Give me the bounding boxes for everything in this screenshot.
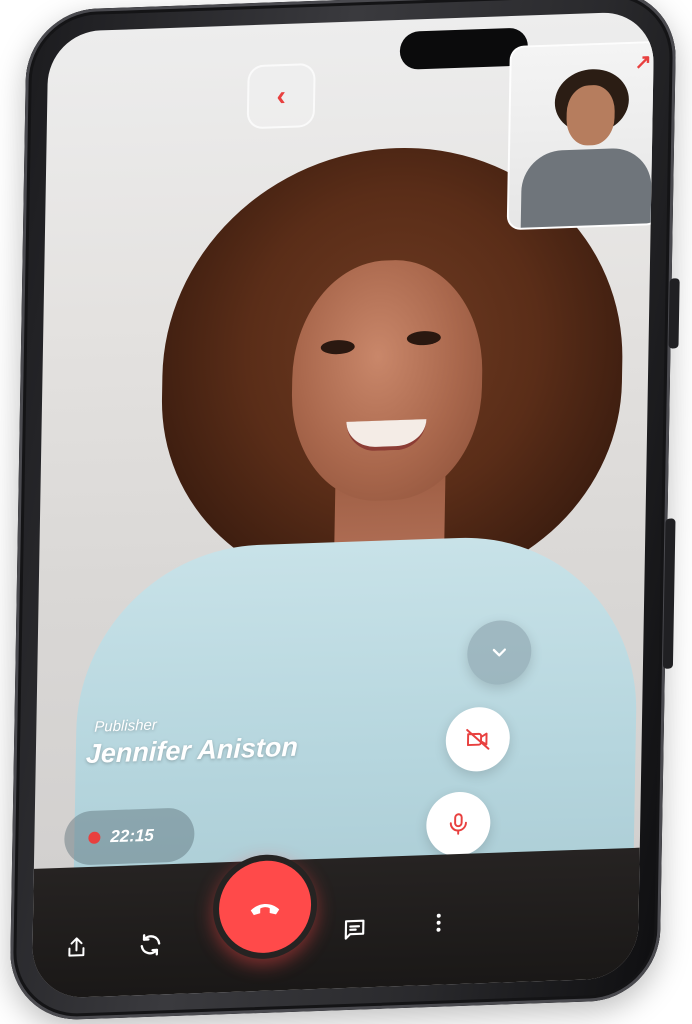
phone-hangup-icon: [250, 904, 280, 916]
share-icon: [68, 937, 85, 957]
chat-button[interactable]: [332, 907, 377, 953]
hero-scene: ‹ ↗ Publisher Jennifer Aniston 22:15: [0, 0, 692, 1024]
refresh-icon: [140, 934, 161, 956]
switch-camera-button[interactable]: [128, 922, 173, 968]
chevron-left-icon: ‹: [276, 79, 287, 112]
pip-subject-face: [566, 84, 616, 147]
call-timer: 22:15: [63, 807, 195, 866]
microphone-icon: [449, 813, 467, 835]
chevron-down-icon: [492, 648, 506, 657]
pip-subject-body: [520, 147, 653, 231]
arrow-up-right-icon[interactable]: ↗: [635, 49, 652, 75]
bottom-toolbar: [31, 847, 640, 999]
chat-icon: [344, 919, 365, 940]
back-button[interactable]: ‹: [246, 62, 316, 130]
recording-dot-icon: [88, 831, 101, 844]
power-button: [662, 518, 676, 669]
self-view-pip[interactable]: ↗: [506, 40, 655, 231]
share-button[interactable]: [54, 925, 99, 971]
call-duration: 22:15: [110, 825, 155, 847]
more-vertical-icon: [436, 913, 441, 932]
phone-mockup: ‹ ↗ Publisher Jennifer Aniston 22:15: [9, 0, 680, 1022]
caller-role: Publisher: [94, 716, 157, 736]
more-options-button[interactable]: [416, 900, 461, 946]
side-button: [668, 278, 680, 349]
video-off-icon: [466, 728, 490, 750]
video-call-screen: ‹ ↗ Publisher Jennifer Aniston 22:15: [31, 11, 655, 999]
